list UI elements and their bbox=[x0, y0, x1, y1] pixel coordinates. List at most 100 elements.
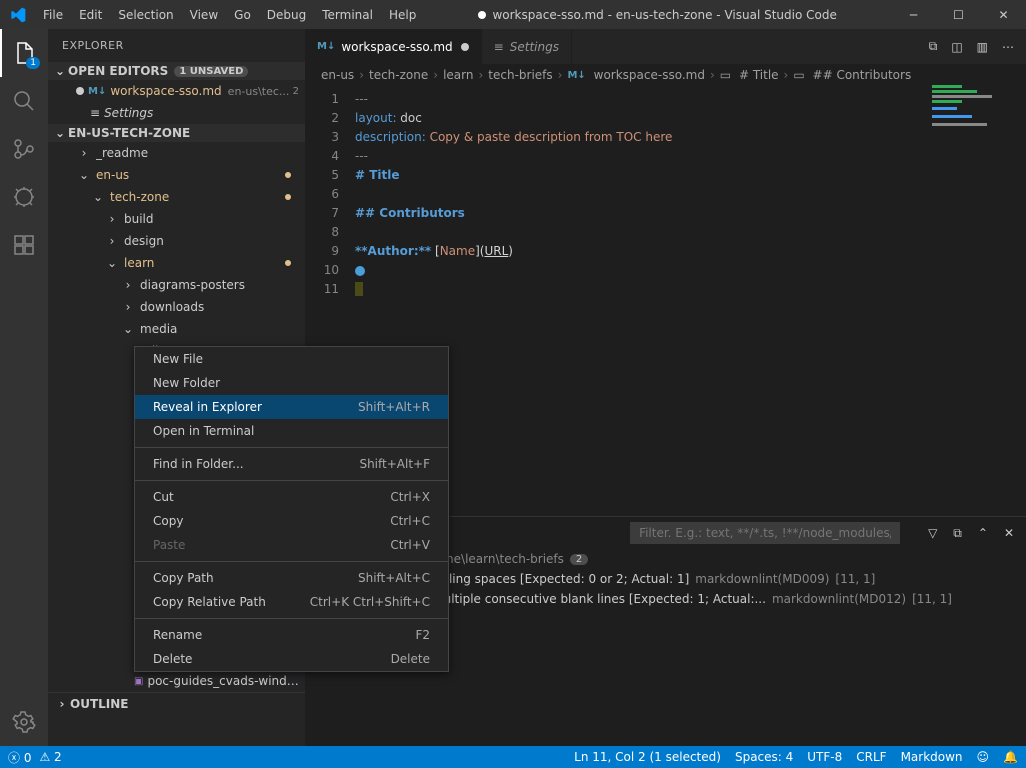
open-preview-icon[interactable]: ⧉ bbox=[929, 39, 938, 54]
editor-content[interactable]: --- layout: doc description: Copy & past… bbox=[355, 86, 1026, 516]
breadcrumbs[interactable]: en-us› tech-zone› learn› tech-briefs› M↓… bbox=[305, 64, 1026, 86]
chevron-down-icon: ⌄ bbox=[90, 190, 106, 204]
menu-terminal[interactable]: Terminal bbox=[314, 3, 381, 27]
chevron-right-icon: › bbox=[104, 234, 120, 248]
image-file-icon: ▣ bbox=[134, 676, 143, 687]
separator bbox=[135, 618, 448, 619]
chevron-right-icon: › bbox=[120, 278, 136, 292]
folder-item[interactable]: ›_readme bbox=[48, 142, 305, 164]
split-editor-icon[interactable]: ▥ bbox=[977, 40, 988, 54]
more-actions-icon[interactable]: ⋯ bbox=[1002, 40, 1014, 54]
modified-dot-icon bbox=[76, 87, 84, 95]
chevron-down-icon: ⌄ bbox=[120, 322, 136, 336]
errors-status[interactable]: ⓧ 0 bbox=[8, 749, 31, 766]
settings-icon: ≡ bbox=[90, 106, 100, 120]
modified-indicator-icon bbox=[285, 172, 291, 178]
folder-item[interactable]: ›diagrams-posters bbox=[48, 274, 305, 296]
settings-gear-icon[interactable] bbox=[0, 698, 48, 746]
tab-settings[interactable]: ≡ Settings bbox=[482, 29, 572, 64]
minimap[interactable] bbox=[932, 85, 1012, 185]
ctx-delete[interactable]: DeleteDelete bbox=[135, 647, 448, 671]
close-panel-icon[interactable]: ✕ bbox=[1004, 526, 1014, 541]
menu-help[interactable]: Help bbox=[381, 3, 424, 27]
open-preview-side-icon[interactable]: ◫ bbox=[951, 40, 962, 54]
separator bbox=[135, 561, 448, 562]
folder-item[interactable]: ⌄media bbox=[48, 318, 305, 340]
folder-item[interactable]: ›design bbox=[48, 230, 305, 252]
eol-status[interactable]: CRLF bbox=[856, 750, 886, 764]
separator bbox=[135, 480, 448, 481]
vscode-logo-icon bbox=[0, 7, 35, 23]
markdown-file-icon: M↓ bbox=[317, 41, 335, 52]
folder-item[interactable]: ›build bbox=[48, 208, 305, 230]
cursor bbox=[355, 282, 363, 296]
open-editor-item[interactable]: M↓ workspace-sso.md en-us\tec... 2 bbox=[48, 80, 305, 102]
indentation-status[interactable]: Spaces: 4 bbox=[735, 750, 793, 764]
extensions-activity-icon[interactable] bbox=[0, 221, 48, 269]
ctx-copy[interactable]: CopyCtrl+C bbox=[135, 509, 448, 533]
chevron-down-icon: ⌄ bbox=[52, 64, 68, 78]
filter-icon[interactable]: ▽ bbox=[928, 526, 937, 541]
search-activity-icon[interactable] bbox=[0, 77, 48, 125]
folder-item[interactable]: ⌄tech-zone bbox=[48, 186, 305, 208]
debug-activity-icon[interactable] bbox=[0, 173, 48, 221]
ctx-rename[interactable]: RenameF2 bbox=[135, 623, 448, 647]
folder-item[interactable]: ›downloads bbox=[48, 296, 305, 318]
context-menu: New File New Folder Reveal in ExplorerSh… bbox=[134, 346, 449, 672]
ctx-cut[interactable]: CutCtrl+X bbox=[135, 485, 448, 509]
window-title: workspace-sso.md - en-us-tech-zone - Vis… bbox=[424, 8, 891, 22]
maximize-button[interactable]: ☐ bbox=[936, 0, 981, 29]
settings-icon: ≡ bbox=[494, 40, 504, 54]
window-controls: ─ ☐ ✕ bbox=[891, 0, 1026, 29]
chevron-down-icon: ⌄ bbox=[104, 256, 120, 270]
problems-filter-input[interactable] bbox=[630, 522, 900, 544]
chevron-right-icon: › bbox=[76, 146, 92, 160]
chevron-right-icon: › bbox=[54, 697, 70, 711]
feedback-icon[interactable]: ☺ bbox=[977, 750, 990, 764]
ctx-reveal-in-explorer[interactable]: Reveal in ExplorerShift+Alt+R bbox=[135, 395, 448, 419]
close-button[interactable]: ✕ bbox=[981, 0, 1026, 29]
folder-item[interactable]: ⌄learn bbox=[48, 252, 305, 274]
minimize-button[interactable]: ─ bbox=[891, 0, 936, 29]
ctx-paste: PasteCtrl+V bbox=[135, 533, 448, 557]
ctx-copy-relative-path[interactable]: Copy Relative PathCtrl+K Ctrl+Shift+C bbox=[135, 590, 448, 614]
editor-actions: ⧉ ◫ ▥ ⋯ bbox=[917, 29, 1026, 64]
count-badge: 2 bbox=[570, 554, 588, 565]
lightbulb-icon[interactable] bbox=[355, 266, 365, 276]
ctx-find-in-folder[interactable]: Find in Folder...Shift+Alt+F bbox=[135, 452, 448, 476]
chevron-right-icon: › bbox=[120, 300, 136, 314]
ctx-open-in-terminal[interactable]: Open in Terminal bbox=[135, 419, 448, 443]
ctx-new-file[interactable]: New File bbox=[135, 347, 448, 371]
unsaved-badge: 1 UNSAVED bbox=[174, 66, 248, 77]
menu-view[interactable]: View bbox=[182, 3, 226, 27]
language-status[interactable]: Markdown bbox=[901, 750, 963, 764]
file-item[interactable]: ▣poc-guides_cvads-windows-vir... bbox=[48, 670, 305, 692]
menu-edit[interactable]: Edit bbox=[71, 3, 110, 27]
menu-go[interactable]: Go bbox=[226, 3, 259, 27]
menu-debug[interactable]: Debug bbox=[259, 3, 314, 27]
separator bbox=[135, 447, 448, 448]
notifications-icon[interactable]: 🔔 bbox=[1003, 750, 1018, 764]
explorer-activity-icon[interactable]: 1 bbox=[0, 29, 48, 77]
workspace-header[interactable]: ⌄ EN-US-TECH-ZONE bbox=[48, 124, 305, 142]
tab-workspace-sso[interactable]: M↓ workspace-sso.md bbox=[305, 29, 482, 64]
open-editors-header[interactable]: ⌄ OPEN EDITORS 1 UNSAVED bbox=[48, 62, 305, 80]
activity-bar: 1 bbox=[0, 29, 48, 746]
ctx-new-folder[interactable]: New Folder bbox=[135, 371, 448, 395]
collapse-all-icon[interactable]: ⧉ bbox=[953, 526, 962, 541]
markdown-file-icon: M↓ bbox=[88, 86, 106, 97]
menu-selection[interactable]: Selection bbox=[110, 3, 181, 27]
encoding-status[interactable]: UTF-8 bbox=[807, 750, 842, 764]
unsaved-dot-icon bbox=[478, 11, 486, 19]
outline-header[interactable]: ›OUTLINE bbox=[48, 692, 305, 715]
source-control-activity-icon[interactable] bbox=[0, 125, 48, 173]
warnings-status[interactable]: ⚠ 2 bbox=[39, 750, 61, 764]
menu-file[interactable]: File bbox=[35, 3, 71, 27]
open-editor-item[interactable]: ≡ Settings bbox=[48, 102, 305, 124]
status-bar: ⓧ 0 ⚠ 2 Ln 11, Col 2 (1 selected) Spaces… bbox=[0, 746, 1026, 768]
folder-item[interactable]: ⌄en-us bbox=[48, 164, 305, 186]
ctx-copy-path[interactable]: Copy PathShift+Alt+C bbox=[135, 566, 448, 590]
chevron-right-icon: › bbox=[104, 212, 120, 226]
chevron-up-icon[interactable]: ⌃ bbox=[978, 526, 988, 541]
cursor-position-status[interactable]: Ln 11, Col 2 (1 selected) bbox=[574, 750, 721, 764]
